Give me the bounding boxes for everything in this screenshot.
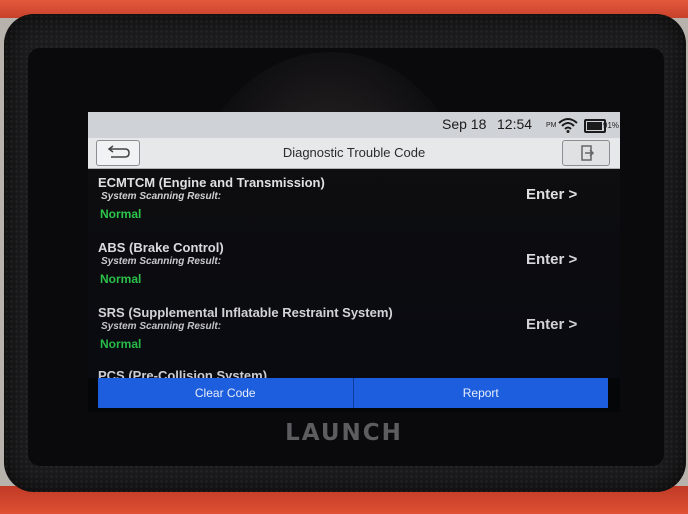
scan-status: Normal [100, 272, 142, 286]
scan-result-label: System Scanning Result: [101, 256, 222, 267]
scan-result-label: System Scanning Result: [101, 321, 222, 332]
exit-button[interactable] [562, 140, 610, 166]
system-list: ECMTCM (Engine and Transmission) System … [88, 169, 620, 384]
bottom-button-bar: Clear Code Report [98, 378, 608, 408]
clear-code-button[interactable]: Clear Code [98, 378, 353, 408]
wifi-icon [558, 118, 578, 133]
status-ampm: PM [546, 122, 557, 129]
system-row: ABS (Brake Control) System Scanning Resu… [88, 234, 620, 299]
page-title: Diagnostic Trouble Code [282, 145, 426, 160]
status-bar: Sep 18 12:54 PM 91% [88, 112, 620, 138]
battery-percent: 91% [603, 121, 620, 130]
scan-status: Normal [100, 207, 142, 221]
exit-door-icon [581, 145, 595, 161]
scan-status: Normal [100, 337, 142, 351]
enter-button[interactable]: Enter > [526, 186, 577, 203]
system-name: ABS (Brake Control) [98, 240, 224, 255]
enter-button[interactable]: Enter > [526, 251, 577, 268]
scan-result-label: System Scanning Result: [101, 191, 222, 202]
enter-button[interactable]: Enter > [526, 316, 577, 333]
system-name: ECMTCM (Engine and Transmission) [98, 175, 325, 190]
system-row: SRS (Supplemental Inflatable Restraint S… [88, 299, 620, 364]
launch-logo: LAUNCH [285, 420, 403, 446]
report-button[interactable]: Report [352, 378, 608, 408]
diagnostic-screen: Sep 18 12:54 PM 91% Diagnostic Trouble C… [88, 112, 620, 412]
system-row: ECMTCM (Engine and Transmission) System … [88, 169, 620, 234]
system-name: SRS (Supplemental Inflatable Restraint S… [98, 305, 393, 320]
title-bar: Diagnostic Trouble Code [88, 138, 620, 169]
status-time: 12:54 [497, 116, 533, 132]
status-date: Sep 18 [442, 116, 487, 132]
